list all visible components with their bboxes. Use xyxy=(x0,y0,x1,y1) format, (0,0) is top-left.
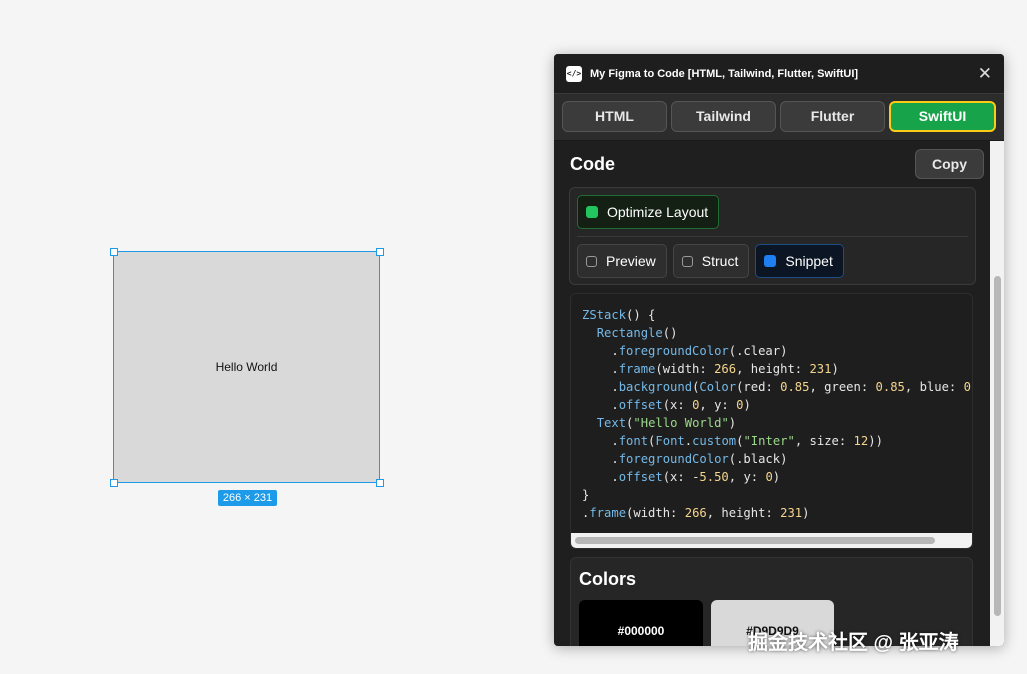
mode-snippet-label: Snippet xyxy=(785,253,833,269)
code-heading: Code xyxy=(570,153,615,174)
mode-struct[interactable]: Struct xyxy=(672,244,750,278)
code-line: .frame(width: 266, height: 231) xyxy=(582,506,810,520)
code-line: } xyxy=(582,488,590,502)
code-line: .foregroundColor(.clear) xyxy=(582,344,788,358)
mode-preview[interactable]: Preview xyxy=(577,244,667,278)
code-line: .frame(width: 266, height: 231) xyxy=(582,362,839,376)
code-icon: </> xyxy=(566,65,582,82)
tab-flutter[interactable]: Flutter xyxy=(780,101,885,132)
vertical-scroll-thumb[interactable] xyxy=(994,276,1001,616)
optimize-layout-label: Optimize Layout xyxy=(607,204,709,220)
resize-handle-top-left[interactable] xyxy=(110,248,118,256)
code-line: .font(Font.custom("Inter", size: 12)) xyxy=(582,434,883,448)
optimize-layout-toggle[interactable]: Optimize Layout xyxy=(577,195,720,229)
checkbox-icon xyxy=(681,255,693,267)
options-panel: Optimize Layout Preview Struct Snippet xyxy=(569,187,976,285)
plugin-titlebar: </> My Figma to Code [HTML, Tailwind, Fl… xyxy=(554,54,1004,94)
divider xyxy=(577,236,968,237)
selected-frame[interactable]: Hello World xyxy=(113,251,380,483)
mode-snippet[interactable]: Snippet xyxy=(755,244,844,278)
resize-handle-bottom-left[interactable] xyxy=(110,479,118,487)
size-badge: 266 × 231 xyxy=(218,490,277,506)
code-block[interactable]: ZStack() { Rectangle() .foregroundColor(… xyxy=(570,293,973,549)
code-text[interactable]: ZStack() { Rectangle() .foregroundColor(… xyxy=(571,294,972,522)
code-line: .foregroundColor(.black) xyxy=(582,452,788,466)
mode-struct-label: Struct xyxy=(701,253,739,269)
code-line: ZStack() { xyxy=(582,308,656,322)
vertical-scrollbar[interactable] xyxy=(990,141,1004,646)
plugin-window: </> My Figma to Code [HTML, Tailwind, Fl… xyxy=(554,54,1004,646)
code-line: .background(Color(red: 0.85, green: 0.85… xyxy=(582,380,972,394)
resize-handle-bottom-right[interactable] xyxy=(376,479,384,487)
close-icon[interactable]: ✕ xyxy=(978,65,992,82)
code-line: .offset(x: -5.50, y: 0) xyxy=(582,470,781,484)
code-header: Code Copy xyxy=(554,141,990,187)
checkbox-icon xyxy=(586,255,597,267)
code-line: .offset(x: 0, y: 0) xyxy=(582,398,751,412)
mode-preview-label: Preview xyxy=(606,253,656,269)
plugin-content: Code Copy Optimize Layout Preview Struct xyxy=(554,141,990,646)
plugin-title: My Figma to Code [HTML, Tailwind, Flutte… xyxy=(590,67,859,80)
framework-tabs: HTML Tailwind Flutter SwiftUI xyxy=(554,94,1004,141)
tab-swiftui[interactable]: SwiftUI xyxy=(889,101,996,132)
resize-handle-top-right[interactable] xyxy=(376,248,384,256)
checkbox-checked-icon xyxy=(764,255,777,267)
tab-tailwind[interactable]: Tailwind xyxy=(671,101,776,132)
checkbox-checked-icon xyxy=(586,206,598,218)
color-swatch[interactable]: #000000 xyxy=(579,600,703,646)
code-line: Rectangle() xyxy=(596,326,678,340)
horizontal-scroll-thumb[interactable] xyxy=(575,537,935,544)
tab-html[interactable]: HTML xyxy=(562,101,667,132)
colors-heading: Colors xyxy=(579,569,637,589)
copy-button[interactable]: Copy xyxy=(915,149,984,179)
code-line: Text("Hello World") xyxy=(596,416,737,430)
horizontal-scrollbar[interactable] xyxy=(571,533,972,548)
watermark: 掘金技术社区 @ 张亚涛 xyxy=(748,632,959,654)
frame-text[interactable]: Hello World xyxy=(114,360,379,374)
